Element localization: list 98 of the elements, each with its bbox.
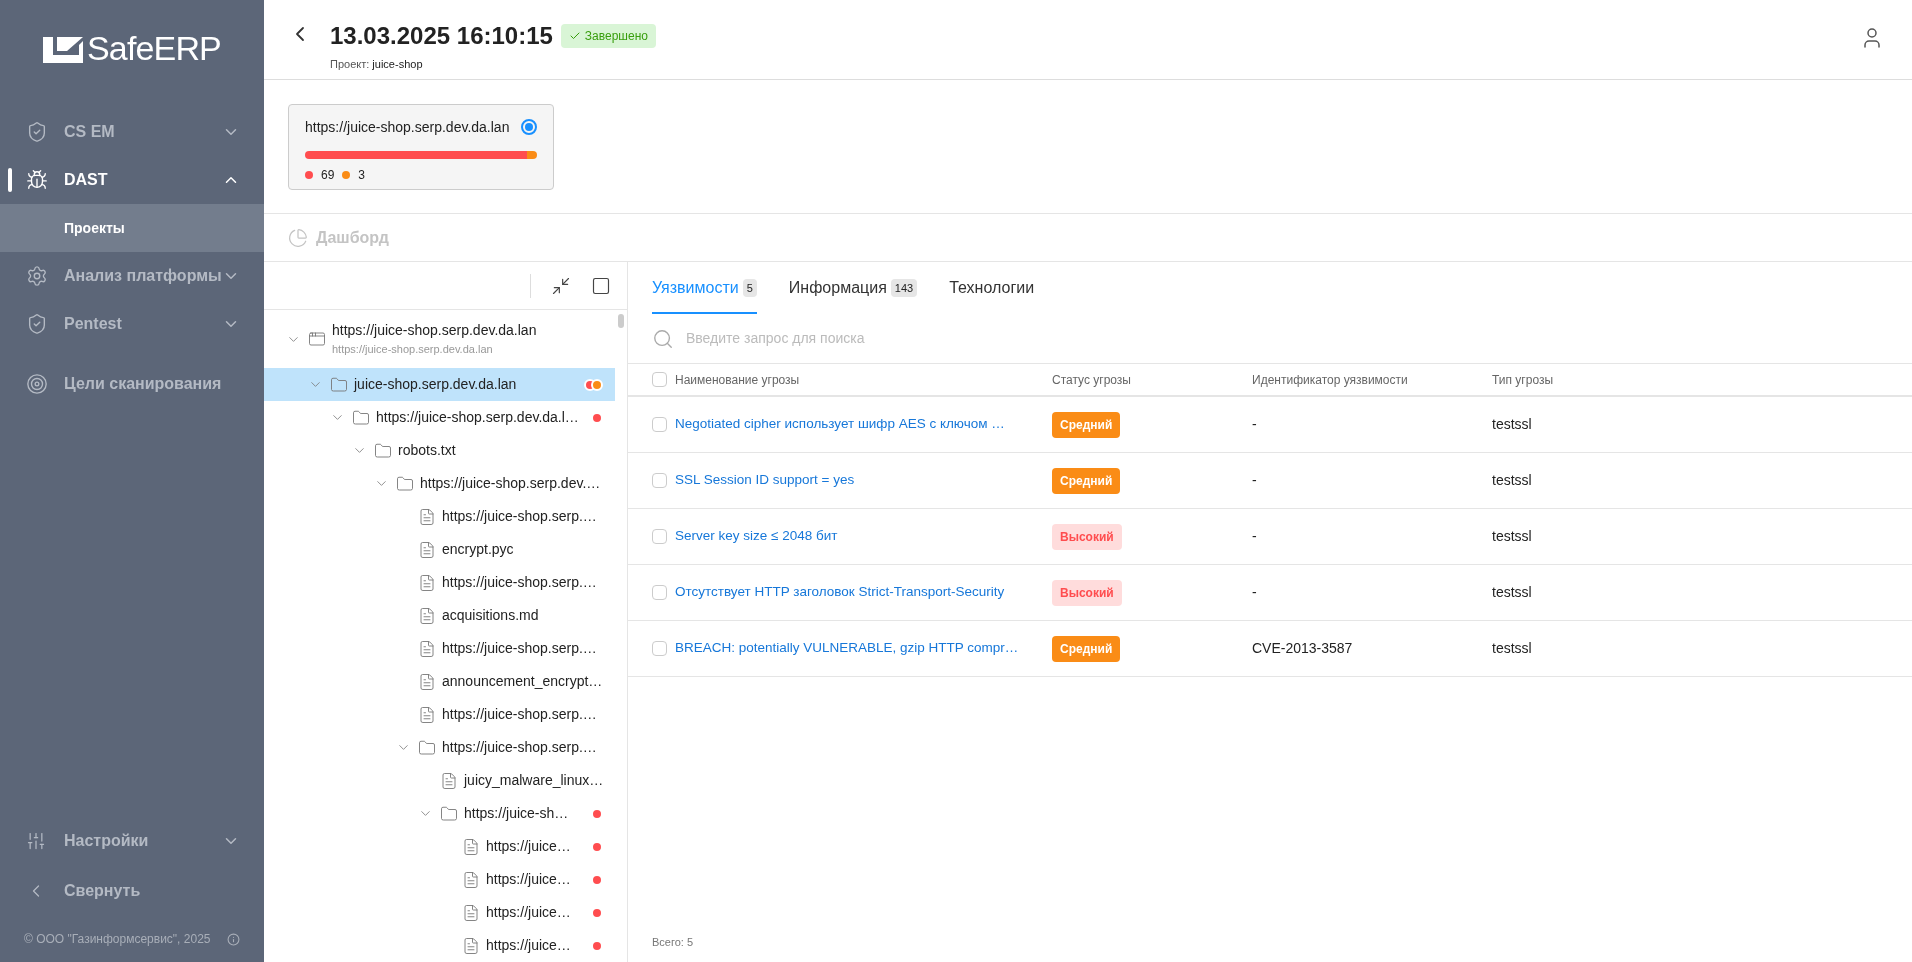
tree-item[interactable]: robots.txt	[264, 434, 615, 467]
folder-icon	[352, 408, 370, 427]
file-icon	[418, 639, 436, 658]
tree-item[interactable]: https://juice-sh…	[264, 797, 615, 830]
file-icon	[418, 705, 436, 724]
column-header: Тип угрозы	[1492, 371, 1555, 389]
column-header: Наименование угрозы	[675, 371, 800, 389]
scrollbar-thumb[interactable]	[618, 314, 624, 328]
file-icon	[418, 573, 436, 592]
logo-text: SafeERP	[87, 27, 221, 69]
tree-item[interactable]: https://juice-shop.serp.dev.…	[264, 467, 615, 500]
folder-icon	[374, 441, 392, 460]
folder-icon	[396, 474, 414, 493]
threat-link[interactable]: BREACH: potentially VULNERABLE, gzip HTTP compr…	[675, 638, 1019, 659]
file-icon	[418, 606, 436, 625]
expand-icon[interactable]	[591, 275, 611, 296]
table-cell-text: testssl	[1492, 415, 1533, 434]
nav-icon	[26, 373, 48, 395]
file-icon	[462, 870, 480, 889]
file-icon	[462, 936, 480, 955]
tree-item[interactable]: acquisitions.md	[264, 599, 615, 632]
threat-link[interactable]: Negotiated cipher использует шифр AES с ключом …	[675, 414, 1005, 435]
file-icon	[462, 837, 480, 856]
table-cell-text: CVE-2013-3587	[1252, 639, 1354, 658]
folder-icon	[440, 804, 458, 823]
window-icon	[308, 330, 326, 348]
tree-item[interactable]: https://juice-shop.serp.dev.da.lan https://juice-shop.serp.dev.da.lan	[264, 310, 615, 368]
nav-subitem[interactable]: Проекты	[0, 204, 264, 252]
nav-icon	[26, 169, 48, 191]
table-cell-text: -	[1252, 527, 1258, 546]
checkbox[interactable]	[652, 372, 667, 387]
tree-item[interactable]: https://juice-shop.serp.…	[264, 698, 615, 731]
severity-badge: Средний	[1052, 467, 1121, 494]
tab[interactable]: Технологии	[949, 276, 1035, 314]
tree-item[interactable]: https://juice…	[264, 863, 615, 896]
info-icon	[227, 932, 240, 946]
severity-badge: Средний	[1052, 635, 1121, 662]
folder-icon	[418, 738, 436, 757]
tree-item[interactable]: https://juice-shop.serp.…	[264, 566, 615, 599]
check-icon	[568, 30, 581, 42]
file-icon	[418, 672, 436, 691]
legend-count: 3	[358, 166, 366, 184]
threat-link[interactable]: SSL Session ID support = yes	[675, 470, 855, 491]
tree-item[interactable]: juice-shop.serp.dev.da.lan	[264, 368, 615, 401]
table-cell-text: testssl	[1492, 583, 1533, 602]
file-icon	[440, 771, 458, 790]
checkbox[interactable]	[652, 585, 667, 600]
file-icon	[462, 903, 480, 922]
checkbox[interactable]	[652, 529, 667, 544]
search-field[interactable]: Введите запрос для поиска	[686, 328, 1888, 349]
nav-icon	[26, 121, 48, 143]
sliders-icon	[26, 831, 46, 851]
legend-count: 69	[321, 166, 335, 184]
tree-item[interactable]: https://juice-shop.serp.…	[264, 632, 615, 665]
checkbox[interactable]	[652, 417, 667, 432]
nav-item[interactable]: DAST	[0, 156, 264, 204]
nav-icon	[26, 313, 48, 335]
severity-badge: Высокий	[1052, 579, 1122, 606]
table-cell-text: -	[1252, 415, 1258, 434]
folder-icon	[330, 375, 348, 394]
copyright: © ООО "Газинформсервис", 2025	[24, 931, 211, 948]
tab[interactable]: Информация 143	[788, 276, 918, 314]
table-cell-text: -	[1252, 471, 1258, 490]
pie-chart-icon	[288, 227, 308, 248]
total-count: Всего: 5	[652, 934, 694, 950]
tree-item[interactable]: encrypt.pyc	[264, 533, 615, 566]
nav-icon	[26, 265, 48, 287]
target-card[interactable]: https://juice-shop.serp.dev.da.lan 69 3	[288, 103, 554, 190]
column-header: Идентификатор уязвимости	[1252, 371, 1409, 389]
tree-item[interactable]: juicy_malware_linux…	[264, 764, 615, 797]
severity-badge: Средний	[1052, 411, 1121, 438]
checkbox[interactable]	[652, 473, 667, 488]
file-icon	[418, 540, 436, 559]
tree-item[interactable]: https://juice-shop.serp.dev.da.l…	[264, 401, 615, 434]
tree-item[interactable]: https://juice-shop.serp.…	[264, 500, 615, 533]
threat-link[interactable]: Server key size ≤ 2048 бит	[675, 526, 838, 547]
table-cell-text: testssl	[1492, 471, 1533, 490]
tree-item[interactable]: https://juice…	[264, 896, 615, 929]
tab[interactable]: Уязвимости 5	[652, 276, 757, 314]
tree-item[interactable]: announcement_encrypt…	[264, 665, 615, 698]
status-badge: Завершено	[560, 24, 656, 48]
tree-item[interactable]: https://juice…	[264, 830, 615, 863]
column-header: Статус угрозы	[1052, 371, 1132, 389]
file-icon	[418, 507, 436, 526]
radio-button[interactable]	[521, 119, 537, 135]
checkbox[interactable]	[652, 641, 667, 656]
table-cell-text: testssl	[1492, 639, 1533, 658]
tree-item[interactable]: https://juice…	[264, 929, 615, 962]
target-url: https://juice-shop.serp.dev.da.lan	[305, 117, 510, 137]
table-cell-text: testssl	[1492, 527, 1533, 546]
page-title: 13.03.2025 16:10:15	[330, 21, 553, 51]
table-cell-text: -	[1252, 583, 1258, 602]
tree-item[interactable]: https://juice-shop.serp.…	[264, 731, 615, 764]
severity-badge: Высокий	[1052, 523, 1122, 550]
project-caption: Проект: juice-shop	[330, 57, 424, 72]
threat-link[interactable]: Отсутствует HTTP заголовок Strict-Transport-Security	[675, 582, 1005, 603]
collapse-icon[interactable]	[551, 275, 571, 296]
search-icon	[652, 327, 674, 350]
